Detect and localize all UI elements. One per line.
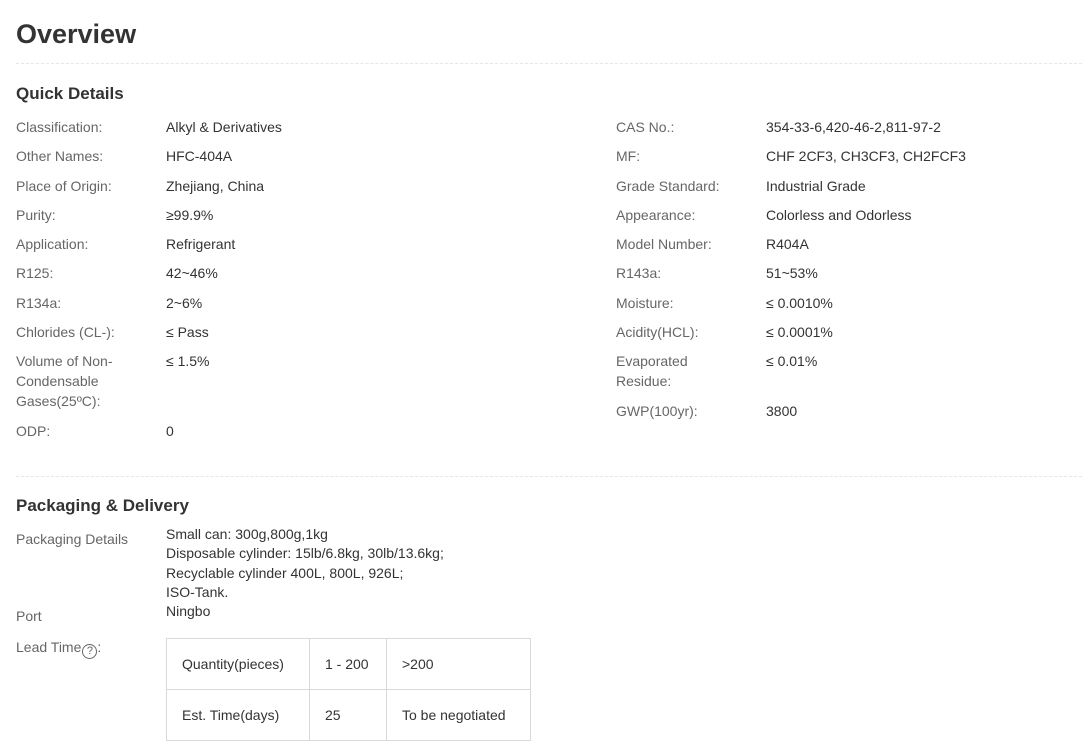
detail-label: Other Names: bbox=[16, 148, 104, 165]
detail-value: 51~53% bbox=[766, 265, 818, 282]
page-title: Overview bbox=[16, 19, 137, 49]
detail-value: 42~46% bbox=[166, 265, 218, 282]
packaging-line: Small can: 300g,800g,1kg bbox=[166, 526, 328, 542]
detail-value: Alkyl & Derivatives bbox=[166, 119, 282, 135]
table-cell: Quantity(pieces) bbox=[166, 638, 310, 690]
detail-value: 2~6% bbox=[166, 294, 203, 311]
detail-row-non-condensable-gases: Volume of Non-Condensable Gases(25ºC): ≤… bbox=[16, 351, 576, 411]
detail-label: GWP(100yr): bbox=[616, 402, 698, 419]
detail-value: Colorless and Odorless bbox=[766, 206, 912, 223]
detail-label: Model Number: bbox=[616, 236, 712, 253]
detail-value: 3800 bbox=[766, 402, 798, 419]
divider bbox=[16, 63, 1082, 64]
detail-row-cas-no: CAS No.: 354-33-6,420-46-2,811-97-2 bbox=[616, 117, 1082, 137]
detail-label: ODP: bbox=[16, 422, 51, 439]
lead-time-label: Lead Time?: bbox=[16, 638, 101, 659]
detail-label: R143a: bbox=[616, 265, 662, 282]
detail-value: CHF 2CF3, CH3CF3, CH2FCF3 bbox=[766, 148, 966, 165]
detail-value: ≤ 0.01% bbox=[766, 353, 818, 370]
table-cell: 25 bbox=[309, 689, 387, 741]
detail-row-classification: Classification: Alkyl & Derivatives bbox=[16, 117, 576, 137]
detail-row-evaporated-residue: Evaporated Residue: ≤ 0.01% bbox=[616, 351, 1082, 391]
detail-row-model-number: Model Number: R404A bbox=[616, 234, 1082, 254]
lead-time-text: Lead Time bbox=[16, 639, 82, 655]
detail-value: Refrigerant bbox=[166, 236, 236, 253]
detail-value: ≤ 0.0010% bbox=[766, 294, 833, 311]
detail-label: Classification: bbox=[16, 119, 103, 135]
detail-value: HFC-404A bbox=[166, 148, 233, 165]
lead-time-colon: : bbox=[97, 639, 102, 655]
packaging-details-value: Small can: 300g,800g,1kg Disposable cyli… bbox=[166, 525, 444, 602]
help-icon[interactable]: ? bbox=[82, 644, 98, 659]
packaging-line: ISO-Tank. bbox=[166, 583, 229, 600]
detail-label: Moisture: bbox=[616, 294, 674, 311]
detail-value: Zhejiang, China bbox=[166, 177, 265, 194]
quick-details-left-column: Classification: Alkyl & Derivatives Othe… bbox=[16, 117, 576, 450]
detail-row-grade-standard: Grade Standard: Industrial Grade bbox=[616, 176, 1082, 196]
detail-row-r143a: R143a: 51~53% bbox=[616, 263, 1082, 283]
detail-row-application: Application: Refrigerant bbox=[16, 234, 576, 254]
detail-label: Evaporated Residue: bbox=[616, 353, 688, 390]
table-row: Quantity(pieces) 1 - 200 >200 bbox=[166, 638, 531, 690]
detail-label: R134a: bbox=[16, 294, 62, 311]
detail-label: CAS No.: bbox=[616, 119, 675, 135]
detail-row-place-of-origin: Place of Origin: Zhejiang, China bbox=[16, 176, 576, 196]
detail-value: ≥99.9% bbox=[166, 206, 214, 223]
packaging-line: Recyclable cylinder 400L, 800L, 926L; bbox=[166, 564, 404, 581]
packaging-delivery-title: Packaging & Delivery bbox=[16, 496, 189, 515]
detail-value: ≤ 1.5% bbox=[166, 353, 210, 370]
detail-label: Grade Standard: bbox=[616, 177, 720, 194]
detail-row-odp: ODP: 0 bbox=[16, 421, 576, 441]
table-cell: 1 - 200 bbox=[309, 638, 387, 690]
table-cell: To be negotiated bbox=[386, 689, 531, 741]
detail-label: Acidity(HCL): bbox=[616, 324, 699, 341]
detail-row-acidity: Acidity(HCL): ≤ 0.0001% bbox=[616, 322, 1082, 342]
detail-value: ≤ 0.0001% bbox=[766, 324, 833, 341]
detail-label: Volume of Non-Condensable Gases(25ºC): bbox=[16, 353, 113, 410]
table-cell: >200 bbox=[386, 638, 531, 690]
detail-label: Chlorides (CL-): bbox=[16, 324, 115, 341]
detail-row-purity: Purity: ≥99.9% bbox=[16, 205, 576, 225]
port-label: Port bbox=[16, 608, 42, 624]
packaging-details-label: Packaging Details bbox=[16, 531, 129, 547]
detail-label: Application: bbox=[16, 236, 89, 253]
detail-label: MF: bbox=[616, 148, 641, 165]
divider bbox=[16, 476, 1082, 477]
detail-value: 354-33-6,420-46-2,811-97-2 bbox=[766, 119, 941, 135]
quick-details-right-column: CAS No.: 354-33-6,420-46-2,811-97-2 MF: … bbox=[616, 117, 1082, 430]
detail-value: R404A bbox=[766, 236, 809, 253]
detail-row-r134a: R134a: 2~6% bbox=[16, 293, 576, 313]
quick-details-title: Quick Details bbox=[16, 84, 124, 103]
detail-label: Purity: bbox=[16, 206, 56, 223]
detail-value: Industrial Grade bbox=[766, 177, 866, 194]
detail-row-mf: MF: CHF 2CF3, CH3CF3, CH2FCF3 bbox=[616, 146, 1082, 166]
detail-row-moisture: Moisture: ≤ 0.0010% bbox=[616, 293, 1082, 313]
detail-value: ≤ Pass bbox=[166, 324, 209, 341]
detail-row-other-names: Other Names: HFC-404A bbox=[16, 146, 576, 166]
detail-row-gwp: GWP(100yr): 3800 bbox=[616, 401, 1082, 421]
detail-row-r125: R125: 42~46% bbox=[16, 263, 576, 283]
detail-row-chlorides: Chlorides (CL-): ≤ Pass bbox=[16, 322, 576, 342]
detail-row-appearance: Appearance: Colorless and Odorless bbox=[616, 205, 1082, 225]
lead-time-table: Quantity(pieces) 1 - 200 >200 Est. Time(… bbox=[166, 638, 531, 741]
table-cell: Est. Time(days) bbox=[166, 689, 310, 741]
detail-label: Appearance: bbox=[616, 206, 696, 223]
detail-label: R125: bbox=[16, 265, 54, 282]
detail-label: Place of Origin: bbox=[16, 177, 112, 194]
packaging-line: Disposable cylinder: 15lb/6.8kg, 30lb/13… bbox=[166, 545, 444, 562]
detail-value: 0 bbox=[166, 422, 174, 439]
table-row: Est. Time(days) 25 To be negotiated bbox=[166, 689, 531, 741]
port-value: Ningbo bbox=[166, 603, 211, 619]
